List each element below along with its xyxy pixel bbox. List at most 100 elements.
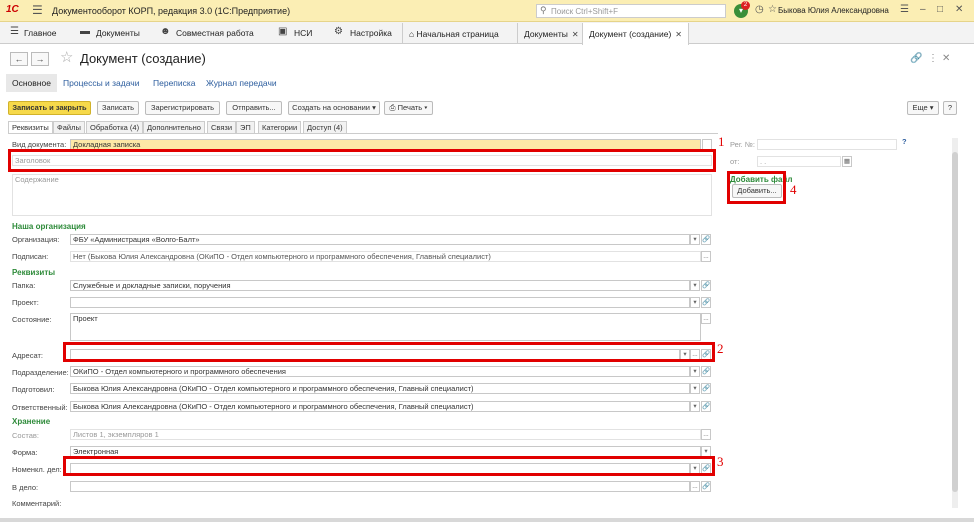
favorites-icon[interactable]: ☆ bbox=[768, 4, 777, 15]
form-type-label: Форма: bbox=[12, 448, 38, 457]
state-select[interactable]: ... bbox=[701, 313, 711, 324]
todo-open-icon[interactable]: 🔗 bbox=[701, 481, 711, 492]
project-field[interactable] bbox=[70, 297, 690, 308]
send-button[interactable]: Отправить... bbox=[226, 101, 282, 115]
state-field[interactable]: Проект bbox=[70, 313, 701, 341]
folder-icon: ▬ bbox=[80, 26, 90, 37]
nav-processes[interactable]: Процессы и задачи bbox=[63, 78, 139, 88]
main-menu-icon[interactable]: ☰ bbox=[32, 3, 43, 17]
tab-document-create[interactable]: Документ (создание) ✕ bbox=[582, 23, 689, 45]
help-icon[interactable]: ? bbox=[902, 137, 907, 146]
todo-field[interactable] bbox=[70, 481, 690, 492]
project-label: Проект: bbox=[12, 298, 39, 307]
tabs-divider bbox=[8, 133, 718, 134]
people-icon: ☻ bbox=[160, 26, 171, 37]
folder-field[interactable]: Служебные и докладные записки, поручения bbox=[70, 280, 690, 291]
scrollbar-thumb[interactable] bbox=[952, 152, 958, 492]
addressee-label: Адресат: bbox=[12, 351, 43, 360]
signed-select[interactable]: ... bbox=[701, 251, 711, 262]
nomen-label: Номенкл. дел: bbox=[12, 465, 62, 474]
date-field[interactable]: . . bbox=[757, 156, 841, 167]
annotation-box-2 bbox=[63, 342, 715, 362]
close-tab-icon[interactable]: ✕ bbox=[675, 30, 682, 39]
folder-dropdown[interactable]: ▾ bbox=[690, 280, 700, 291]
folder-label: Папка: bbox=[12, 281, 36, 290]
annotation-box-4 bbox=[727, 171, 786, 204]
form-scrollbar[interactable] bbox=[952, 138, 958, 508]
org-field[interactable]: ФБУ «Администрация «Волго-Балт» bbox=[70, 234, 690, 245]
responsible-dropdown[interactable]: ▾ bbox=[690, 401, 700, 412]
history-icon[interactable]: ◷ bbox=[755, 4, 764, 15]
responsible-open-icon[interactable]: 🔗 bbox=[701, 401, 711, 412]
bottom-border bbox=[0, 518, 974, 522]
responsible-field[interactable]: Быкова Юлия Александровна (ОКиПО - Отдел… bbox=[70, 401, 690, 412]
org-dropdown[interactable]: ▾ bbox=[690, 234, 700, 245]
nav-correspondence[interactable]: Переписка bbox=[153, 78, 196, 88]
print-label: Печать bbox=[397, 103, 423, 112]
content-textarea[interactable]: Содержание bbox=[12, 174, 712, 216]
todo-select[interactable]: ... bbox=[690, 481, 700, 492]
prepared-field[interactable]: Быкова Юлия Александровна (ОКиПО - Отдел… bbox=[70, 383, 690, 394]
page-title: Документ (создание) bbox=[80, 51, 206, 66]
section-documents[interactable]: Документы bbox=[96, 28, 140, 38]
responsible-label: Ответственный: bbox=[12, 403, 68, 412]
signed-label: Подписан: bbox=[12, 252, 49, 261]
close-icon[interactable]: ✕ bbox=[955, 4, 963, 15]
annotation-box-1 bbox=[8, 149, 716, 172]
nav-journal[interactable]: Журнал передачи bbox=[206, 78, 277, 88]
nav-main[interactable]: Основное bbox=[6, 74, 57, 92]
composition-select[interactable]: ... bbox=[701, 429, 711, 440]
settings-icon[interactable]: ☰ bbox=[900, 4, 909, 15]
tab-documents[interactable]: Документы ✕ bbox=[517, 23, 585, 44]
search-input[interactable]: ⚲ Поиск Ctrl+Shift+F bbox=[536, 4, 726, 18]
reg-no-field[interactable] bbox=[757, 139, 897, 150]
help-button[interactable]: ? bbox=[943, 101, 957, 115]
search-icon: ⚲ bbox=[540, 5, 547, 15]
register-button[interactable]: Зарегистрировать bbox=[145, 101, 220, 115]
signed-field[interactable]: Нет (Быкова Юлия Александровна (ОКиПО - … bbox=[70, 251, 701, 262]
section-settings[interactable]: Настройка bbox=[350, 28, 392, 38]
forward-button[interactable]: → bbox=[31, 52, 49, 66]
section-collaboration[interactable]: Совместная работа bbox=[176, 28, 254, 38]
calendar-icon[interactable]: ▦ bbox=[842, 156, 852, 167]
section-nsi[interactable]: НСИ bbox=[294, 28, 312, 38]
project-open-icon[interactable]: 🔗 bbox=[701, 297, 711, 308]
prepared-open-icon[interactable]: 🔗 bbox=[701, 383, 711, 394]
favorite-star-icon[interactable]: ☆ bbox=[60, 48, 73, 66]
dept-field[interactable]: ОКиПО - Отдел компьютерного и программно… bbox=[70, 366, 690, 377]
close-tab-icon[interactable]: ✕ bbox=[572, 30, 579, 39]
project-dropdown[interactable]: ▾ bbox=[690, 297, 700, 308]
org-label: Организация: bbox=[12, 235, 60, 244]
annotation-box-3 bbox=[63, 456, 715, 476]
folder-open-icon[interactable]: 🔗 bbox=[701, 280, 711, 291]
todo-label: В дело: bbox=[12, 483, 39, 492]
current-user[interactable]: Быкова Юлия Александровна bbox=[778, 6, 889, 15]
tab-home[interactable]: ⌂ Начальная страница bbox=[402, 23, 505, 44]
dept-dropdown[interactable]: ▾ bbox=[690, 366, 700, 377]
print-button[interactable]: ⎙ Печать ▾ bbox=[384, 101, 433, 115]
prepared-dropdown[interactable]: ▾ bbox=[690, 383, 700, 394]
close-form-icon[interactable]: ✕ bbox=[942, 53, 950, 64]
create-based-button[interactable]: Создать на основании ▾ bbox=[288, 101, 380, 115]
save-close-button[interactable]: Записать и закрыть bbox=[8, 101, 91, 115]
dept-open-icon[interactable]: 🔗 bbox=[701, 366, 711, 377]
back-button[interactable]: ← bbox=[10, 52, 28, 66]
org-section-title: Наша организация bbox=[12, 222, 86, 231]
save-button[interactable]: Записать bbox=[97, 101, 139, 115]
annotation-label-2: 2 bbox=[717, 341, 724, 356]
tab-document-create-label: Документ (создание) bbox=[589, 29, 672, 39]
composition-field[interactable]: Листов 1, экземпляров 1 bbox=[70, 429, 701, 440]
storage-section-title: Хранение bbox=[12, 417, 51, 426]
gear-icon: ⚙ bbox=[334, 26, 343, 37]
home-icon: ⌂ bbox=[409, 29, 415, 39]
minimize-icon[interactable]: – bbox=[920, 4, 926, 15]
more-button[interactable]: Еще ▾ bbox=[907, 101, 939, 115]
book-icon: ▣ bbox=[278, 26, 288, 37]
title-bar: 1С ☰ Документооборот КОРП, редакция 3.0 … bbox=[0, 0, 974, 22]
more-icon[interactable]: ⋮ bbox=[928, 53, 938, 64]
org-open-icon[interactable]: 🔗 bbox=[701, 234, 711, 245]
link-icon[interactable]: 🔗 bbox=[910, 53, 922, 64]
section-main[interactable]: Главное bbox=[24, 28, 56, 38]
annotation-label-3: 3 bbox=[717, 454, 724, 469]
restore-icon[interactable]: □ bbox=[937, 4, 943, 15]
